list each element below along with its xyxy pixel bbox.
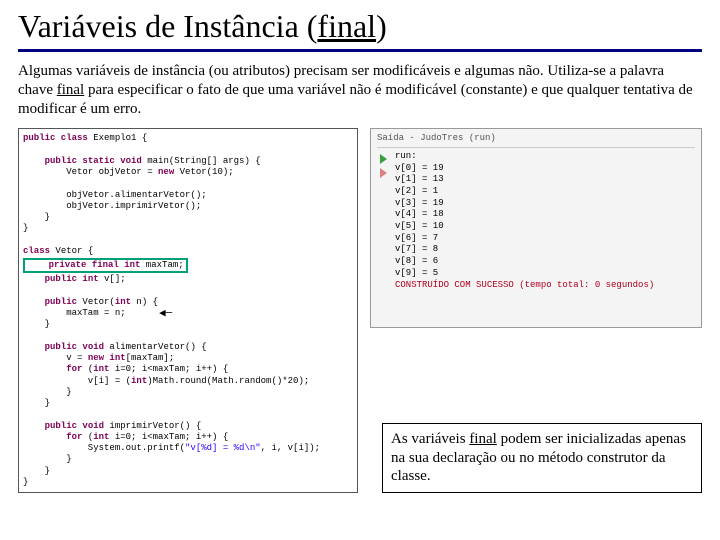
console-header: Saída - JudoTres (run) xyxy=(377,133,695,148)
title-pre: Variáveis de Instância ( xyxy=(18,8,317,44)
page-title: Variáveis de Instância (final) xyxy=(18,8,702,52)
console-line: v[6] = 7 xyxy=(395,233,654,245)
console-output: run: v[0] = 19 v[1] = 13 v[2] = 1 v[3] =… xyxy=(395,151,654,291)
console-panel: Saída - JudoTres (run) run: v[0] = 19 v[… xyxy=(370,128,702,328)
console-line: v[0] = 19 xyxy=(395,163,654,175)
console-line: v[1] = 13 xyxy=(395,174,654,186)
note-keyword: final xyxy=(469,431,497,447)
code-box: public class Exemplo1 { public static vo… xyxy=(18,128,358,493)
console-exit-line: CONSTRUÍDO COM SUCESSO (tempo total: 0 s… xyxy=(395,280,654,292)
intro-paragraph: Algumas variáveis de instância (ou atrib… xyxy=(18,62,702,118)
code-column: public class Exemplo1 { public static vo… xyxy=(18,128,358,493)
title-underline: final xyxy=(317,8,376,44)
arrow-icon: ◀─ xyxy=(159,308,172,322)
console-line: v[4] = 18 xyxy=(395,209,654,221)
stop-icon[interactable] xyxy=(377,167,389,179)
console-line: v[3] = 19 xyxy=(395,198,654,210)
right-column: Saída - JudoTres (run) run: v[0] = 19 v[… xyxy=(370,128,702,493)
console-buttons xyxy=(377,151,389,291)
content-columns: public class Exemplo1 { public static vo… xyxy=(18,128,702,493)
console-line: v[8] = 6 xyxy=(395,256,654,268)
run-icon[interactable] xyxy=(377,153,389,165)
console-line: run: xyxy=(395,151,654,163)
console-line: v[9] = 5 xyxy=(395,268,654,280)
code-listing: public class Exemplo1 { public static vo… xyxy=(23,133,353,488)
intro-text-b: para especificar o fato de que uma variá… xyxy=(18,82,693,117)
note-text-a: As variáveis xyxy=(391,431,469,447)
console-body: run: v[0] = 19 v[1] = 13 v[2] = 1 v[3] =… xyxy=(377,151,695,291)
highlight-final-field: private final int maxTam; xyxy=(23,258,188,273)
intro-keyword: final xyxy=(57,82,85,98)
console-line: v[2] = 1 xyxy=(395,186,654,198)
title-post: ) xyxy=(376,8,387,44)
console-line: v[5] = 10 xyxy=(395,221,654,233)
console-line: v[7] = 8 xyxy=(395,244,654,256)
note-box: As variáveis final podem ser inicializad… xyxy=(382,423,702,493)
